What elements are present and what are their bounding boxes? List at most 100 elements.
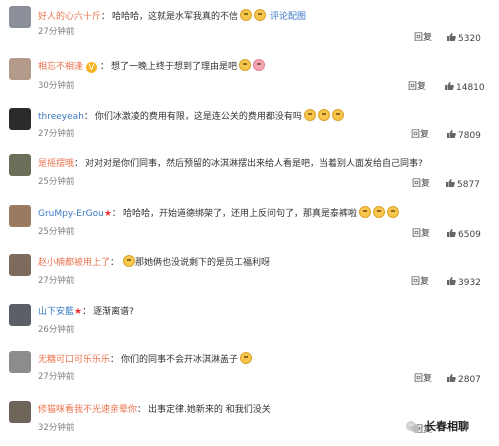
colon-separator: ：	[110, 258, 120, 268]
colon-separator: ：	[100, 62, 110, 72]
reply-button[interactable]: 回复	[408, 81, 426, 93]
comment-text: 对对对是你们同事，然后预留的冰淇淋摆出来给人看是吧，当着别人面发给自己同事?	[85, 159, 423, 169]
avatar[interactable]	[9, 6, 31, 28]
pig-face-icon	[253, 59, 266, 71]
star-badge: ★	[103, 209, 112, 219]
like-button[interactable]: 14810	[444, 81, 485, 94]
timestamp: 26分钟前	[38, 325, 75, 335]
reply-button[interactable]: 回复	[414, 32, 432, 44]
reply-button[interactable]: 回复	[411, 129, 429, 141]
smiley-face-icon	[239, 59, 252, 71]
timestamp: 25分钟前	[38, 227, 75, 237]
thumbs-up-icon[interactable]	[445, 178, 455, 188]
vip-badge: V	[86, 62, 98, 73]
like-count: 3932	[458, 278, 481, 288]
colon-separator: ：	[74, 159, 84, 169]
comment-text: 你们冰激凌的费用有限，这是连公关的费用都没有吗	[94, 112, 302, 122]
comment-item: 山下安藍★： 逐渐离谱? 26分钟前	[0, 298, 499, 346]
comment-item: threeyeah： 你们冰激凌的费用有限，这是连公关的费用都没有吗 27分钟前 回复…	[0, 100, 499, 148]
smiley-face-icon	[254, 9, 267, 21]
timestamp: 30分钟前	[38, 81, 75, 91]
avatar[interactable]	[9, 58, 31, 80]
like-button[interactable]: 2807	[446, 373, 481, 386]
reply-button[interactable]: 回复	[411, 276, 429, 288]
reply-button[interactable]: 回复	[414, 373, 432, 385]
smiley-face-icon	[240, 9, 253, 21]
like-button[interactable]: 3932	[446, 276, 481, 289]
like-button[interactable]: 7809	[446, 129, 481, 142]
colon-separator: ：	[82, 307, 92, 317]
like-count: 14810	[456, 83, 485, 93]
avatar[interactable]	[9, 304, 31, 326]
avatar[interactable]	[9, 154, 31, 176]
smiley-face-icon	[123, 255, 136, 267]
comment-item: 赵小楠都被用上了： 那她俩也没说剩下的是员工福利呀 27分钟前 回复 3932	[0, 249, 499, 297]
username[interactable]: 赵小楠都被用上了	[38, 258, 110, 268]
avatar[interactable]	[9, 351, 31, 373]
timestamp: 27分钟前	[38, 372, 75, 382]
thumbs-up-icon[interactable]	[446, 276, 456, 286]
thumbs-up-icon[interactable]	[446, 32, 456, 42]
thumbs-up-icon[interactable]	[446, 228, 456, 238]
comment-text: 哈哈哈，这就是水军我真的不信	[112, 12, 239, 22]
smiley-face-icon	[386, 206, 399, 218]
thumbs-up-icon[interactable]	[446, 373, 456, 383]
like-button[interactable]: 6509	[446, 228, 481, 241]
watermark-text: 长春相聊	[425, 420, 469, 433]
timestamp: 27分钟前	[38, 27, 75, 37]
avatar[interactable]	[9, 401, 31, 423]
avatar[interactable]	[9, 254, 31, 276]
like-count: 7809	[458, 131, 481, 141]
like-button[interactable]: 5320	[446, 32, 481, 45]
username[interactable]: 好人的心六十斤	[38, 12, 101, 22]
like-count: 6509	[458, 230, 481, 240]
like-count: 5320	[458, 34, 481, 44]
thumbs-up-icon[interactable]	[444, 81, 454, 91]
avatar[interactable]	[9, 108, 31, 130]
watermark: 长春相聊	[405, 416, 495, 438]
comment-item: GruMpy-ErGou★： 哈哈哈，开始道德绑架了，还用上反问句了，那真是泰裤啦…	[0, 199, 499, 247]
comment-text: 出事定律.她新来的 和我们没关	[148, 405, 271, 415]
username[interactable]: 相忘不相逢	[38, 62, 83, 72]
username[interactable]: 修猫咪看我不光速亲晕你	[38, 405, 137, 415]
like-count: 5877	[457, 180, 480, 190]
comment-text: 那她俩也没说剩下的是员工福利呀	[135, 258, 271, 268]
comment-item: 无糖可口可乐乐乐： 你们的同事不会开冰淇淋盖子 27分钟前 回复 2807	[0, 346, 499, 394]
colon-separator: ：	[111, 209, 121, 219]
smiley-face-icon	[303, 109, 316, 121]
thumbs-up-icon[interactable]	[446, 129, 456, 139]
timestamp: 25分钟前	[38, 177, 75, 187]
comment-item: 是摇摆哦： 对对对是你们同事，然后预留的冰淇淋摆出来给人看是吧，当着别人面发给自己…	[0, 149, 499, 197]
username[interactable]: 是摇摆哦	[38, 159, 74, 169]
comment-text: 哈哈哈，开始道德绑架了，还用上反问句了，那真是泰裤啦	[122, 209, 357, 219]
wechat-icon	[406, 421, 420, 433]
smiley-face-icon	[331, 109, 344, 121]
colon-separator: ：	[83, 112, 93, 122]
username[interactable]: 山下安藍	[38, 307, 74, 317]
comment-text: 想了一晚上终于想到了理由是吧	[111, 62, 238, 72]
star-badge: ★	[74, 307, 83, 317]
colon-separator: ：	[110, 355, 120, 365]
like-count: 2807	[458, 375, 481, 385]
smiley-face-icon	[240, 352, 253, 364]
timestamp: 27分钟前	[38, 129, 75, 139]
smiley-face-icon	[317, 109, 330, 121]
avatar[interactable]	[9, 205, 31, 227]
comment-text: 你们的同事不会开冰淇淋盖子	[121, 355, 239, 365]
username[interactable]: GruMpy-ErGou	[38, 209, 104, 219]
smiley-face-icon	[358, 206, 371, 218]
reply-button[interactable]: 回复	[412, 228, 430, 240]
timestamp: 32分钟前	[38, 423, 75, 433]
comment-item: 好人的心六十斤： 哈哈哈，这就是水军我真的不信 评论配图 27分钟前回复 5320	[0, 2, 499, 50]
image-link[interactable]: 评论配图	[270, 12, 306, 22]
username[interactable]: 无糖可口可乐乐乐	[38, 355, 110, 365]
timestamp: 27分钟前	[38, 276, 75, 286]
smiley-face-icon	[372, 206, 385, 218]
comment-text: 逐渐离谱?	[93, 307, 134, 317]
like-button[interactable]: 5877	[445, 178, 480, 191]
comment-list: 好人的心六十斤： 哈哈哈，这就是水军我真的不信 评论配图 27分钟前 回复 5320 相忘不…	[0, 0, 499, 446]
username[interactable]: threeyeah	[38, 112, 84, 122]
colon-separator: ：	[137, 405, 147, 415]
colon-separator: ：	[101, 12, 111, 22]
reply-button[interactable]: 回复	[412, 178, 430, 190]
